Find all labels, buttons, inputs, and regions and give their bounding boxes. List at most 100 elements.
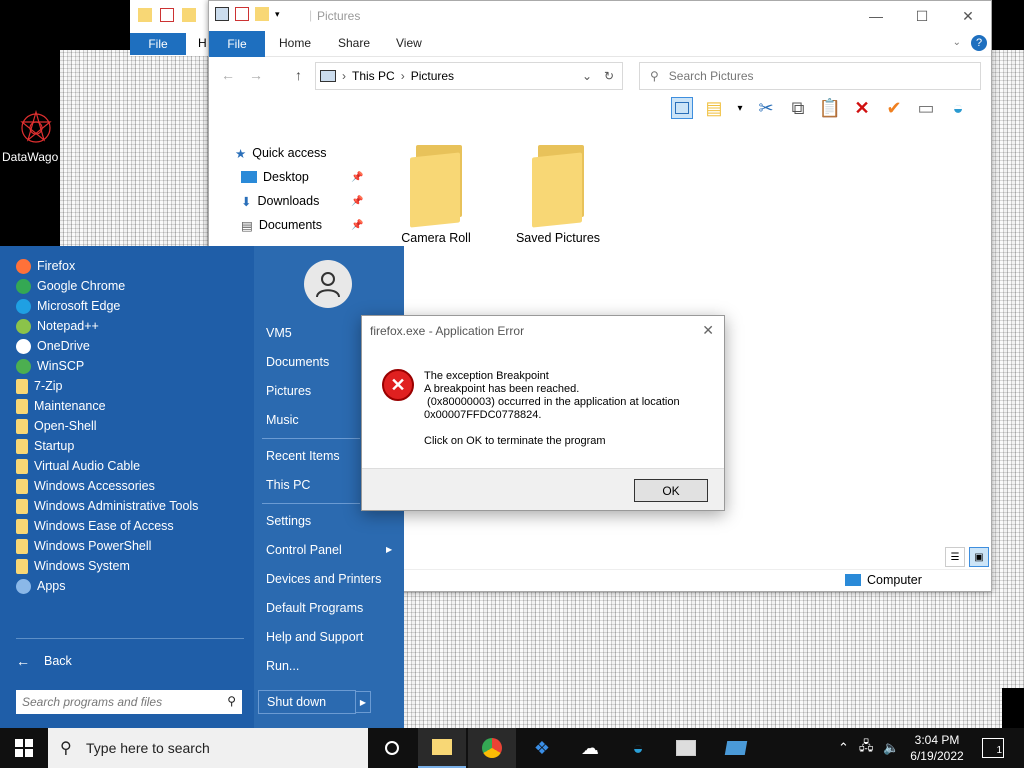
- notification-count: 1: [996, 745, 1002, 756]
- new-folder-icon[interactable]: [255, 7, 269, 21]
- taskbar-search-input[interactable]: ⚲ Type here to search: [48, 728, 368, 768]
- shutdown-label: Shut down: [267, 695, 327, 709]
- paste-icon[interactable]: 📋: [819, 97, 841, 119]
- program-item-windows-accessories[interactable]: Windows Accessories: [16, 476, 246, 496]
- details-view-icon[interactable]: ☰: [945, 547, 965, 567]
- program-item-windows-ease-of-access[interactable]: Windows Ease of Access: [16, 516, 246, 536]
- cut-icon[interactable]: ✂: [755, 97, 777, 119]
- program-item-7-zip[interactable]: 7-Zip: [16, 376, 246, 396]
- chevron-down-icon[interactable]: ▾: [735, 97, 745, 119]
- program-item-windows-powershell[interactable]: Windows PowerShell: [16, 536, 246, 556]
- desktop-icon-datawago[interactable]: DataWago: [2, 108, 62, 164]
- program-item-windows-system[interactable]: Windows System: [16, 556, 246, 576]
- program-item-maintenance[interactable]: Maintenance: [16, 396, 246, 416]
- program-item-notepad-[interactable]: Notepad++: [16, 316, 246, 336]
- program-item-microsoft-edge[interactable]: Microsoft Edge: [16, 296, 246, 316]
- chevron-down-icon[interactable]: ⌄: [582, 69, 592, 83]
- properties-icon[interactable]: ▤: [703, 97, 725, 119]
- taskbar-app-window[interactable]: [662, 728, 710, 768]
- address-bar[interactable]: › This PC › Pictures ⌄ ↻: [315, 62, 623, 90]
- volume-icon[interactable]: 🔈: [883, 740, 899, 756]
- application-error-dialog[interactable]: firefox.exe - Application Error ✕ ✕ The …: [361, 315, 725, 511]
- program-item-onedrive[interactable]: OneDrive: [16, 336, 246, 356]
- start-item-documents[interactable]: Documents: [266, 355, 329, 369]
- start-item-user[interactable]: VM5: [266, 326, 292, 340]
- search-input[interactable]: ⚲ Search Pictures: [639, 62, 981, 90]
- refresh-icon[interactable]: ↻: [604, 69, 614, 83]
- shutdown-options-arrow-icon[interactable]: ▶: [355, 691, 371, 713]
- taskbar-app-blue[interactable]: ❖: [518, 728, 566, 768]
- taskbar-chrome[interactable]: [468, 728, 516, 768]
- shutdown-button[interactable]: Shut down ▶: [258, 690, 371, 714]
- nav-item-downloads[interactable]: ⬇ Downloads 📌: [209, 189, 369, 213]
- program-item-startup[interactable]: Startup: [16, 436, 246, 456]
- properties-icon[interactable]: [235, 7, 249, 21]
- minimize-button[interactable]: —: [853, 1, 899, 31]
- help-icon[interactable]: ?: [971, 35, 987, 51]
- dialog-close-button[interactable]: ✕: [702, 322, 714, 339]
- start-item-music[interactable]: Music: [266, 413, 299, 427]
- start-item-control-panel[interactable]: Control Panel: [266, 543, 342, 557]
- folder-camera-roll[interactable]: Camera Roll: [381, 145, 491, 245]
- start-search-input[interactable]: Search programs and files ⚲: [16, 690, 242, 714]
- submenu-arrow-icon: ▶: [386, 545, 393, 554]
- back-window-file-tab[interactable]: File: [130, 33, 186, 55]
- program-label: Windows Administrative Tools: [34, 499, 199, 513]
- up-arrow-icon[interactable]: ↑: [295, 67, 302, 83]
- taskbar-onedrive[interactable]: ☁: [566, 728, 614, 768]
- back-window-home-tab[interactable]: H: [198, 36, 207, 50]
- back-arrow-icon[interactable]: ←: [221, 67, 235, 83]
- tab-home[interactable]: Home: [279, 36, 311, 50]
- chevron-down-icon[interactable]: ⌄: [953, 37, 961, 48]
- breadcrumb-this-pc[interactable]: This PC: [352, 69, 395, 83]
- program-item-apps[interactable]: Apps: [16, 576, 246, 596]
- start-button[interactable]: [0, 728, 48, 768]
- close-button[interactable]: ✕: [945, 1, 991, 31]
- start-item-devices-printers[interactable]: Devices and Printers: [266, 572, 381, 586]
- breadcrumb-pictures[interactable]: Pictures: [411, 69, 454, 83]
- start-item-recent-items[interactable]: Recent Items: [266, 449, 340, 463]
- program-item-windows-administrative-tools[interactable]: Windows Administrative Tools: [16, 496, 246, 516]
- chevron-up-icon[interactable]: ⌃: [838, 740, 849, 756]
- back-button[interactable]: ← Back: [16, 638, 244, 669]
- rename-icon[interactable]: ▭: [915, 97, 937, 119]
- taskbar-clock[interactable]: 3:04 PM 6/19/2022: [906, 732, 968, 764]
- nav-item-quick-access[interactable]: ★ Quick access: [209, 141, 369, 165]
- forward-arrow-icon[interactable]: →: [249, 67, 263, 83]
- ok-button[interactable]: OK: [634, 479, 708, 502]
- delete-icon[interactable]: ✕: [851, 97, 873, 119]
- program-item-firefox[interactable]: Firefox: [16, 256, 246, 276]
- start-item-help-support[interactable]: Help and Support: [266, 630, 363, 644]
- start-item-this-pc[interactable]: This PC: [266, 478, 310, 492]
- taskbar-file-explorer[interactable]: [418, 728, 466, 768]
- preview-pane-icon[interactable]: [671, 97, 693, 119]
- taskbar-app-tablet[interactable]: [712, 728, 760, 768]
- nav-item-desktop[interactable]: Desktop 📌: [209, 165, 369, 189]
- notepadpp-icon: [16, 318, 31, 334]
- task-view-button[interactable]: [368, 728, 416, 768]
- tab-file[interactable]: File: [209, 31, 265, 57]
- program-item-google-chrome[interactable]: Google Chrome: [16, 276, 246, 296]
- folder-saved-pictures[interactable]: Saved Pictures: [503, 145, 613, 245]
- checkmark-icon[interactable]: ✔: [883, 97, 905, 119]
- user-avatar[interactable]: [304, 260, 352, 308]
- chevron-down-icon[interactable]: ▾: [275, 9, 280, 20]
- taskbar-shell[interactable]: ◒: [614, 728, 662, 768]
- start-item-default-programs[interactable]: Default Programs: [266, 601, 363, 615]
- nav-item-documents[interactable]: ▤ Documents 📌: [209, 213, 369, 237]
- copy-icon[interactable]: ⧉: [787, 97, 809, 119]
- program-item-open-shell[interactable]: Open-Shell: [16, 416, 246, 436]
- start-item-run[interactable]: Run...: [266, 659, 299, 673]
- tab-view[interactable]: View: [396, 36, 422, 50]
- program-item-virtual-audio-cable[interactable]: Virtual Audio Cable: [16, 456, 246, 476]
- network-icon[interactable]: 🖧: [859, 737, 874, 759]
- large-icons-view-icon[interactable]: ▣: [969, 547, 989, 567]
- shell-icon[interactable]: ◒: [947, 97, 969, 119]
- maximize-button[interactable]: ☐: [899, 1, 945, 31]
- notification-center-button[interactable]: 1: [982, 738, 1004, 758]
- tab-share[interactable]: Share: [338, 36, 370, 50]
- program-item-winscp[interactable]: WinSCP: [16, 356, 246, 376]
- system-tray: ⌃ 🖧 🔈: [838, 728, 900, 768]
- start-item-settings[interactable]: Settings: [266, 514, 311, 528]
- start-item-pictures[interactable]: Pictures: [266, 384, 311, 398]
